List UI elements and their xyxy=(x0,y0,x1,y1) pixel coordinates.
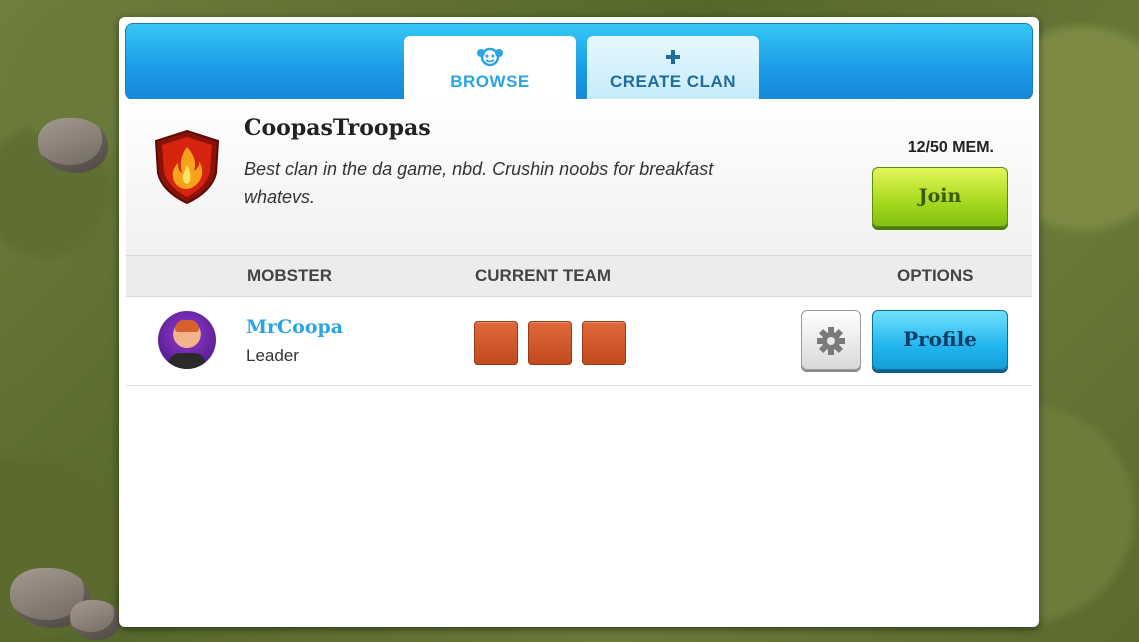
tab-create-clan[interactable]: CREATE CLAN xyxy=(587,36,759,100)
team-slot xyxy=(528,321,572,365)
tab-bar: BROWSE CREATE CLAN xyxy=(125,23,1033,100)
tab-create-label: CREATE CLAN xyxy=(609,72,737,91)
clan-description: Best clan in the da game, nbd. Crushin n… xyxy=(244,159,714,207)
plus-icon xyxy=(587,46,759,70)
mobster-role: Leader xyxy=(246,346,299,365)
gear-icon xyxy=(815,323,847,356)
column-header-current-team: CURRENT TEAM xyxy=(475,266,611,285)
column-headers: MOBSTER CURRENT TEAM OPTIONS xyxy=(126,255,1032,297)
tab-browse[interactable]: BROWSE xyxy=(404,36,576,100)
team-slot xyxy=(582,321,626,365)
column-header-mobster: MOBSTER xyxy=(247,266,332,285)
avatar[interactable] xyxy=(158,311,216,369)
clan-panel: BROWSE CREATE CLAN CoopasTroopas Best cl… xyxy=(119,17,1039,627)
profile-button[interactable]: Profile xyxy=(872,310,1008,370)
clan-header: CoopasTroopas Best clan in the da game, … xyxy=(126,99,1032,255)
member-count: 12/50 MEM. xyxy=(907,139,994,156)
background-rock xyxy=(70,600,120,640)
mobster-name[interactable]: MrCoopa xyxy=(246,316,343,338)
column-header-options: OPTIONS xyxy=(897,266,974,285)
people-icon xyxy=(404,46,576,70)
clan-name: CoopasTroopas xyxy=(244,115,431,141)
flame-shield-icon xyxy=(154,129,220,210)
background-rock xyxy=(38,118,108,173)
tab-browse-label: BROWSE xyxy=(450,72,530,91)
table-row: MrCoopa Leader Profile xyxy=(126,296,1032,386)
join-button[interactable]: Join xyxy=(872,167,1008,227)
team-slot xyxy=(474,321,518,365)
settings-button[interactable] xyxy=(801,310,861,370)
